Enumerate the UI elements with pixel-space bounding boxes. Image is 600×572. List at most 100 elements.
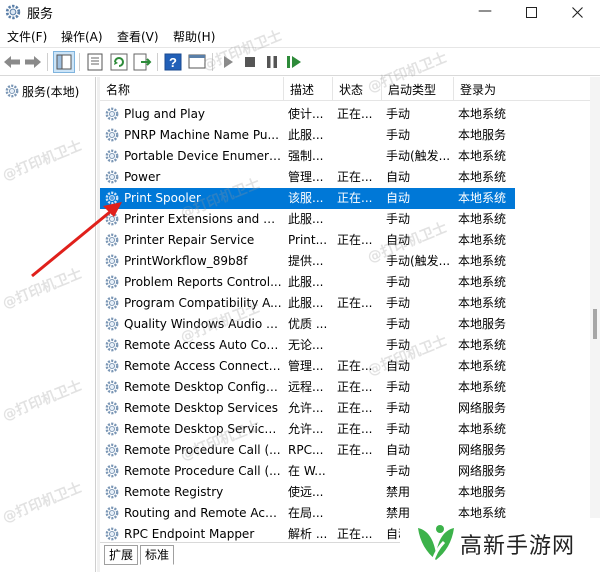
- menu-action[interactable]: 操作(A): [61, 28, 103, 45]
- gear-icon: [105, 107, 119, 121]
- service-startup-type: 手动: [386, 212, 411, 226]
- service-name: Problem Reports Control...: [124, 275, 282, 289]
- service-description: 此服...: [288, 128, 324, 142]
- service-logon-as: 本地系统: [458, 212, 507, 226]
- service-name: RPC Endpoint Mapper: [124, 527, 255, 541]
- table-row[interactable]: Problem Reports Control... 此服... 手动 本地系统: [100, 272, 515, 293]
- table-row[interactable]: Portable Device Enumera... 强制... 手动(触发... 本…: [100, 146, 515, 167]
- scrollbar-thumb[interactable]: [593, 309, 597, 339]
- service-name: Quality Windows Audio V...: [124, 317, 282, 331]
- service-startup-type: 自动: [386, 170, 411, 184]
- back-arrow-icon[interactable]: [2, 52, 22, 72]
- restart-icon[interactable]: [284, 52, 304, 72]
- service-logon-as: 网络服务: [458, 443, 507, 457]
- gear-icon: [105, 485, 119, 499]
- help-icon[interactable]: ?: [163, 52, 183, 72]
- service-name: Remote Procedure Call (...: [124, 464, 281, 478]
- service-description: 此服...: [288, 296, 324, 310]
- close-button[interactable]: [554, 0, 600, 25]
- service-status: [337, 125, 381, 146]
- gear-icon: [105, 338, 119, 352]
- service-logon-as: 本地系统: [458, 275, 507, 289]
- table-row[interactable]: Printer Extensions and N... 此服... 手动 本地系统: [100, 209, 515, 230]
- service-status: [337, 209, 381, 230]
- console-icon[interactable]: [187, 52, 207, 72]
- service-description: 该服...: [288, 191, 324, 205]
- table-row[interactable]: Remote Desktop Configu... 远程... 正在... 手动 本地系…: [100, 377, 515, 398]
- table-row[interactable]: Remote Access Auto Con... 无论... 手动 本地系统: [100, 335, 515, 356]
- title-bar: 服务 —: [0, 0, 600, 25]
- export-icon[interactable]: [132, 52, 152, 72]
- table-row[interactable]: Remote Procedure Call (... RPC... 正在... 自动 网…: [100, 440, 515, 461]
- table-row[interactable]: Program Compatibility A... 此服... 正在... 手动 本地…: [100, 293, 515, 314]
- service-name: Remote Desktop Configu...: [124, 380, 282, 394]
- refresh-icon[interactable]: [109, 52, 129, 72]
- leaf-logo-icon: [418, 525, 454, 565]
- column-header-name[interactable]: 名称: [100, 77, 284, 101]
- column-header-logon-as[interactable]: 登录为: [454, 77, 590, 101]
- table-row[interactable]: Print Spooler 该服... 正在... 自动 本地系统: [100, 188, 515, 209]
- table-row[interactable]: Quality Windows Audio V... 优质 ... 手动 本地服务: [100, 314, 515, 335]
- table-row[interactable]: Remote Desktop Service... 允许... 正在... 手动 本地系…: [100, 419, 515, 440]
- service-name: Portable Device Enumera...: [124, 149, 282, 163]
- maximize-button[interactable]: [508, 0, 554, 25]
- stop-icon[interactable]: [240, 52, 260, 72]
- start-icon[interactable]: [218, 52, 238, 72]
- service-status: [337, 314, 381, 335]
- table-row[interactable]: PNRP Machine Name Pu... 此服... 手动 本地服务: [100, 125, 515, 146]
- table-row[interactable]: Printer Repair Service Print... 正在... 自动 本地系…: [100, 230, 515, 251]
- service-name: Remote Registry: [124, 485, 224, 499]
- column-header-startup-type[interactable]: 启动类型: [382, 77, 454, 101]
- service-name: Remote Desktop Services: [124, 401, 279, 415]
- service-startup-type: 手动: [386, 128, 411, 142]
- service-status: 正在...: [337, 380, 373, 394]
- service-logon-as: 本地服务: [458, 317, 507, 331]
- table-row[interactable]: Remote Access Connecti... 管理... 正在... 自动 本地系…: [100, 356, 515, 377]
- service-description: 此服...: [288, 212, 324, 226]
- table-row[interactable]: Plug and Play 使计... 正在... 手动 本地系统: [100, 104, 515, 125]
- table-row[interactable]: Remote Desktop Services 允许... 正在... 手动 网络服务: [100, 398, 515, 419]
- service-name: Printer Repair Service: [124, 233, 255, 247]
- service-description: 允许...: [288, 401, 324, 415]
- tab-standard[interactable]: 标准: [140, 545, 175, 565]
- gear-icon: [105, 443, 119, 457]
- service-name-cell: Remote Desktop Service...: [104, 419, 282, 440]
- menu-file[interactable]: 文件(F): [7, 28, 47, 45]
- menu-help[interactable]: 帮助(H): [173, 28, 215, 45]
- service-status: 正在...: [337, 443, 373, 457]
- gear-icon: [105, 170, 119, 184]
- menu-view[interactable]: 查看(V): [117, 28, 159, 45]
- gear-icon: [105, 380, 119, 394]
- vertical-scrollbar[interactable]: [590, 77, 600, 542]
- table-row[interactable]: Remote Registry 使远... 禁用 本地服务: [100, 482, 515, 503]
- table-row[interactable]: Power 管理... 正在... 自动 本地系统: [100, 167, 515, 188]
- table-row[interactable]: PrintWorkflow_89b8f 提供... 手动(触发... 本地系统: [100, 251, 515, 272]
- forward-arrow-icon[interactable]: [23, 52, 43, 72]
- service-name: Printer Extensions and N...: [124, 212, 282, 226]
- tab-extended[interactable]: 扩展: [104, 545, 139, 565]
- service-status: [337, 251, 381, 272]
- pause-icon[interactable]: [262, 52, 282, 72]
- service-name-cell: Remote Procedure Call (...: [104, 461, 282, 482]
- service-name-cell: Remote Desktop Configu...: [104, 377, 282, 398]
- service-status: 正在...: [337, 233, 373, 247]
- service-status: 正在...: [337, 296, 373, 310]
- service-name-cell: Remote Procedure Call (...: [104, 440, 282, 461]
- service-status: 正在...: [337, 359, 373, 373]
- console-tree: 服务(本地): [0, 77, 96, 572]
- table-row[interactable]: Remote Procedure Call (... 在 W... 手动 网络服务: [100, 461, 515, 482]
- service-status: [337, 335, 381, 356]
- service-name: Remote Access Connecti...: [124, 359, 282, 373]
- service-logon-as: 本地系统: [458, 422, 507, 436]
- service-status: 正在...: [337, 191, 373, 205]
- minimize-icon: —: [478, 3, 492, 19]
- properties-icon[interactable]: [85, 52, 105, 72]
- column-header-description[interactable]: 描述: [284, 77, 333, 101]
- column-header-status[interactable]: 状态: [333, 77, 382, 101]
- service-description: 解析 ...: [288, 527, 328, 541]
- console-tree-icon[interactable]: [53, 51, 75, 73]
- service-startup-type: 手动: [386, 317, 411, 331]
- service-startup-type: 手动: [386, 338, 411, 352]
- service-status: 正在...: [337, 107, 373, 121]
- minimize-button[interactable]: —: [462, 0, 508, 25]
